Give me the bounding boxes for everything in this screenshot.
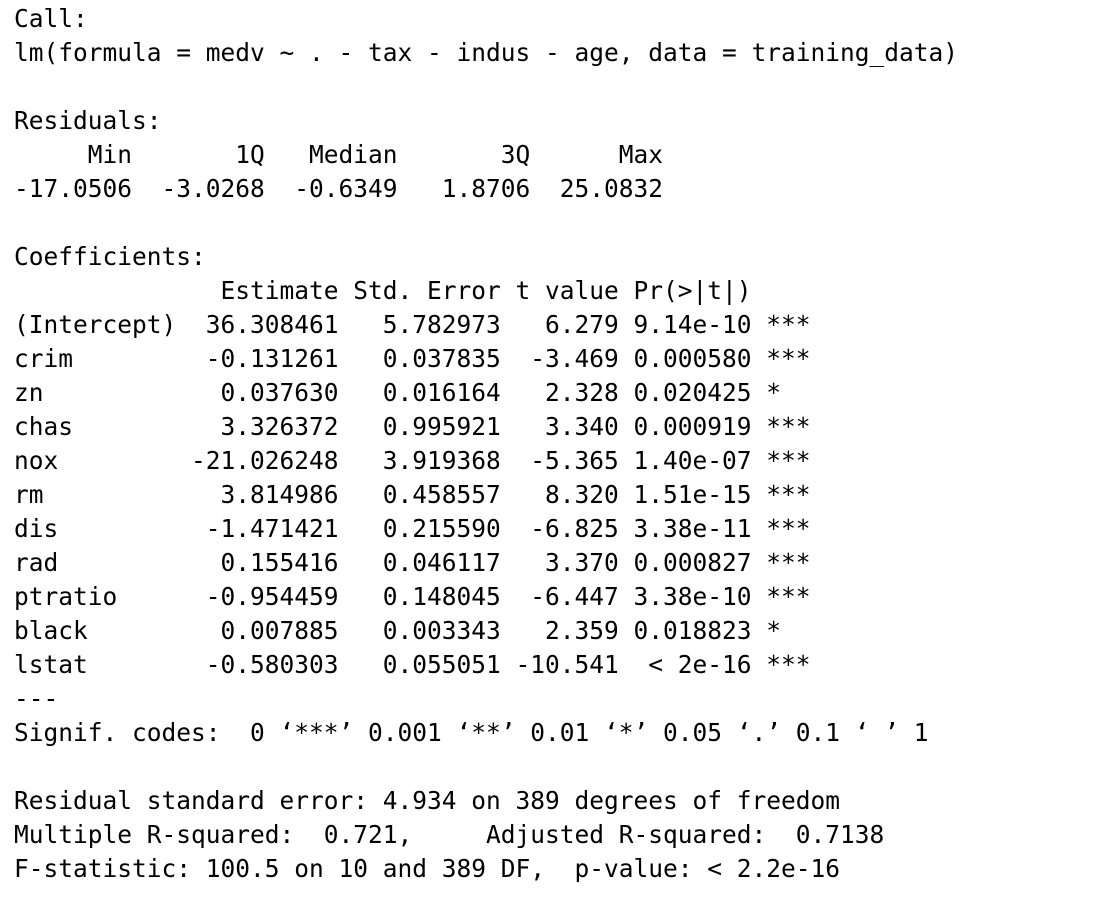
residuals-values-row: -17.0506 -3.0268 -0.6349 1.8706 25.0832 [14, 174, 678, 203]
coefficient-row-rm: rm 3.814986 0.458557 8.320 1.51e-15 *** [14, 480, 811, 509]
coefficient-row-lstat: lstat -0.580303 0.055051 -10.541 < 2e-16… [14, 650, 811, 679]
coefficient-row-nox: nox -21.026248 3.919368 -5.365 1.40e-07 … [14, 446, 811, 475]
coefficient-row-dis: dis -1.471421 0.215590 -6.825 3.38e-11 *… [14, 514, 811, 543]
coefficient-row-black: black 0.007885 0.003343 2.359 0.018823 * [14, 616, 811, 645]
coefficient-row-rad: rad 0.155416 0.046117 3.370 0.000827 *** [14, 548, 811, 577]
call-formula: lm(formula = medv ~ . - tax - indus - ag… [14, 38, 959, 67]
residuals-header-row: Min 1Q Median 3Q Max [14, 140, 678, 169]
r-console-output: Call: lm(formula = medv ~ . - tax - indu… [14, 2, 1094, 886]
coefficients-header-row: Estimate Std. Error t value Pr(>|t|) [14, 276, 811, 305]
coefficient-row-zn: zn 0.037630 0.016164 2.328 0.020425 * [14, 378, 811, 407]
coefficients-heading: Coefficients: [14, 242, 206, 271]
residuals-heading: Residuals: [14, 106, 162, 135]
residual-standard-error: Residual standard error: 4.934 on 389 de… [14, 786, 841, 815]
coefficient-row-crim: crim -0.131261 0.037835 -3.469 0.000580 … [14, 344, 811, 373]
call-heading: Call: [14, 4, 88, 33]
f-statistic-line: F-statistic: 100.5 on 10 and 389 DF, p-v… [14, 854, 841, 883]
coefficient-row-chas: chas 3.326372 0.995921 3.340 0.000919 **… [14, 412, 811, 441]
coefficient-row-intercept: (Intercept) 36.308461 5.782973 6.279 9.1… [14, 310, 811, 339]
r-squared-line: Multiple R-squared: 0.721, Adjusted R-sq… [14, 820, 900, 849]
signif-codes: Signif. codes: 0 ‘***’ 0.001 ‘**’ 0.01 ‘… [14, 718, 929, 747]
coefficients-separator: --- [14, 684, 59, 713]
coefficient-row-ptratio: ptratio -0.954459 0.148045 -6.447 3.38e-… [14, 582, 811, 611]
